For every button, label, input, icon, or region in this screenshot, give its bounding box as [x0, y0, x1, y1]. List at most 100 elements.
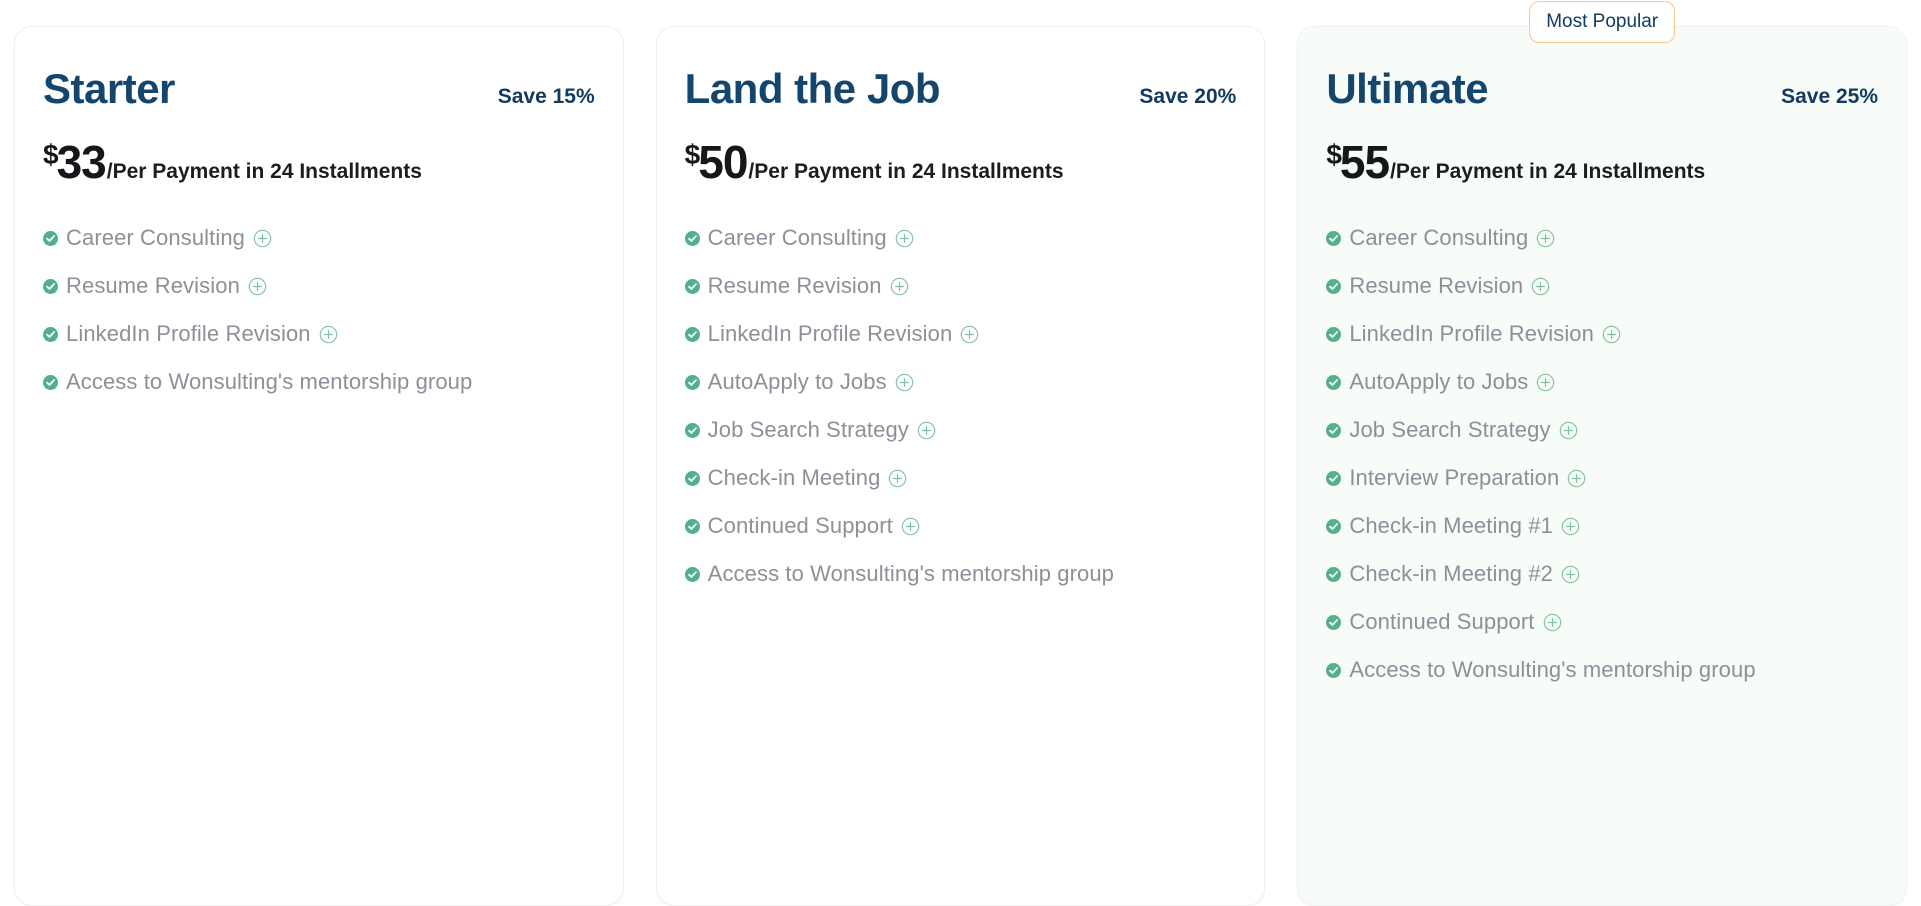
- plan-card[interactable]: Land the Job Save 20% $50/Per Payment in 2…: [655, 26, 1266, 906]
- feature-item[interactable]: Career Consulting: [1326, 227, 1878, 249]
- plus-circle-icon[interactable]: [1561, 565, 1580, 584]
- plan-name: Land the Job: [684, 65, 941, 112]
- plus-circle-icon[interactable]: [890, 277, 909, 296]
- plan-header: Starter Save 15%: [43, 66, 595, 111]
- feature-item: Access to Wonsulting's mentorship group: [684, 563, 1237, 585]
- plus-circle-icon[interactable]: [1561, 517, 1580, 536]
- feature-label: Check-in Meeting: [707, 465, 881, 491]
- feature-label: Career Consulting: [66, 225, 246, 251]
- plus-circle-icon[interactable]: [319, 325, 338, 344]
- most-popular-badge: Most Popular: [1529, 1, 1676, 43]
- feature-item[interactable]: Check-in Meeting #1: [1326, 515, 1878, 537]
- check-circle-icon: [684, 470, 700, 486]
- plus-circle-icon[interactable]: [901, 517, 920, 536]
- plan-save-badge: Save 20%: [1139, 85, 1237, 108]
- feature-item: Access to Wonsulting's mentorship group: [1326, 659, 1878, 681]
- check-circle-icon: [684, 422, 700, 438]
- feature-label: Check-in Meeting #2: [1349, 561, 1554, 587]
- plus-circle-icon[interactable]: [888, 469, 907, 488]
- price-period-label: /Per Payment in 24 Installments: [748, 160, 1064, 184]
- plus-circle-icon[interactable]: [917, 421, 936, 440]
- check-circle-icon: [1326, 662, 1342, 678]
- feature-item[interactable]: AutoApply to Jobs: [1326, 371, 1878, 393]
- plan-save-badge: Save 25%: [1781, 85, 1879, 108]
- feature-item: Access to Wonsulting's mentorship group: [43, 371, 595, 393]
- feature-item[interactable]: Career Consulting: [43, 227, 595, 249]
- price-amount: 55: [1339, 136, 1390, 189]
- plan-card[interactable]: Starter Save 15% $33/Per Payment in 24 Ins…: [14, 26, 624, 906]
- feature-item[interactable]: Check-in Meeting: [684, 465, 1237, 491]
- feature-label: Job Search Strategy: [1349, 417, 1551, 443]
- check-circle-icon: [684, 566, 700, 582]
- feature-label: LinkedIn Profile Revision: [66, 321, 311, 347]
- plus-circle-icon[interactable]: [253, 229, 272, 248]
- feature-label: Access to Wonsulting's mentorship group: [1349, 657, 1756, 683]
- feature-label: LinkedIn Profile Revision: [707, 321, 953, 347]
- plan-name: Ultimate: [1326, 65, 1489, 112]
- feature-label: Resume Revision: [66, 273, 240, 299]
- feature-label: Career Consulting: [707, 225, 887, 251]
- check-circle-icon: [684, 518, 700, 534]
- plan-price-row: $55/Per Payment in 24 Installments: [1326, 135, 1878, 189]
- price-currency-symbol: $: [43, 139, 59, 171]
- plan-feature-list: Career Consulting Resume Revision LinkedIn…: [1326, 227, 1878, 681]
- price-period-label: /Per Payment in 24 Installments: [106, 160, 422, 184]
- check-circle-icon: [1326, 566, 1342, 582]
- plus-circle-icon[interactable]: [1543, 613, 1562, 632]
- feature-label: AutoApply to Jobs: [707, 369, 887, 395]
- check-circle-icon: [1326, 518, 1342, 534]
- feature-label: LinkedIn Profile Revision: [1349, 321, 1594, 347]
- plan-card[interactable]: Most Popular Ultimate Save 25% $55/Per Paym…: [1297, 1, 1908, 906]
- feature-label: Resume Revision: [707, 273, 882, 299]
- plus-circle-icon[interactable]: [1602, 325, 1621, 344]
- check-circle-icon: [43, 374, 58, 390]
- feature-label: Access to Wonsulting's mentorship group: [66, 369, 473, 395]
- price-period-label: /Per Payment in 24 Installments: [1390, 160, 1706, 184]
- check-circle-icon: [1326, 326, 1342, 342]
- price-amount: 33: [56, 136, 107, 189]
- check-circle-icon: [1326, 374, 1342, 390]
- plus-circle-icon[interactable]: [1536, 373, 1555, 392]
- price-currency-symbol: $: [1326, 139, 1342, 171]
- plus-circle-icon[interactable]: [895, 373, 914, 392]
- check-circle-icon: [43, 326, 58, 342]
- plus-circle-icon[interactable]: [960, 325, 979, 344]
- feature-item[interactable]: Resume Revision: [43, 275, 595, 297]
- plus-circle-icon[interactable]: [1559, 421, 1578, 440]
- feature-label: Job Search Strategy: [707, 417, 909, 443]
- check-circle-icon: [1326, 230, 1342, 246]
- check-circle-icon: [684, 326, 700, 342]
- pricing-plans-container: Starter Save 15% $33/Per Payment in 24 Ins…: [0, 0, 1921, 906]
- plan-feature-list: Career Consulting Resume Revision LinkedIn…: [684, 225, 1237, 585]
- plan-header: Land the Job Save 20%: [684, 65, 1237, 112]
- feature-item[interactable]: LinkedIn Profile Revision: [43, 323, 595, 345]
- feature-label: Interview Preparation: [1349, 465, 1560, 491]
- plus-circle-icon[interactable]: [1536, 229, 1555, 248]
- feature-item[interactable]: LinkedIn Profile Revision: [1326, 323, 1878, 345]
- check-circle-icon: [43, 230, 58, 246]
- feature-item[interactable]: Resume Revision: [1326, 275, 1878, 297]
- check-circle-icon: [43, 278, 58, 294]
- feature-item[interactable]: Career Consulting: [684, 225, 1237, 251]
- feature-item[interactable]: LinkedIn Profile Revision: [684, 321, 1237, 347]
- feature-item[interactable]: Job Search Strategy: [684, 417, 1237, 443]
- plus-circle-icon[interactable]: [1567, 469, 1586, 488]
- feature-item[interactable]: Resume Revision: [684, 273, 1237, 299]
- feature-item[interactable]: Continued Support: [1326, 611, 1878, 633]
- feature-item[interactable]: Check-in Meeting #2: [1326, 563, 1878, 585]
- check-circle-icon: [1326, 614, 1342, 630]
- feature-item[interactable]: Continued Support: [684, 515, 1237, 537]
- feature-label: Career Consulting: [1349, 225, 1529, 251]
- feature-item[interactable]: Interview Preparation: [1326, 467, 1878, 489]
- plan-header: Ultimate Save 25%: [1326, 65, 1879, 112]
- plus-circle-icon[interactable]: [895, 229, 914, 248]
- check-circle-icon: [1326, 278, 1342, 294]
- feature-item[interactable]: AutoApply to Jobs: [684, 369, 1237, 395]
- plan-save-badge: Save 15%: [497, 85, 595, 108]
- plus-circle-icon[interactable]: [1531, 277, 1550, 296]
- feature-item[interactable]: Job Search Strategy: [1326, 419, 1878, 441]
- price-currency-symbol: $: [684, 139, 701, 171]
- plus-circle-icon[interactable]: [248, 277, 267, 296]
- plan-feature-list: Career Consulting Resume Revision LinkedIn…: [43, 227, 595, 393]
- price-amount: 50: [698, 136, 748, 189]
